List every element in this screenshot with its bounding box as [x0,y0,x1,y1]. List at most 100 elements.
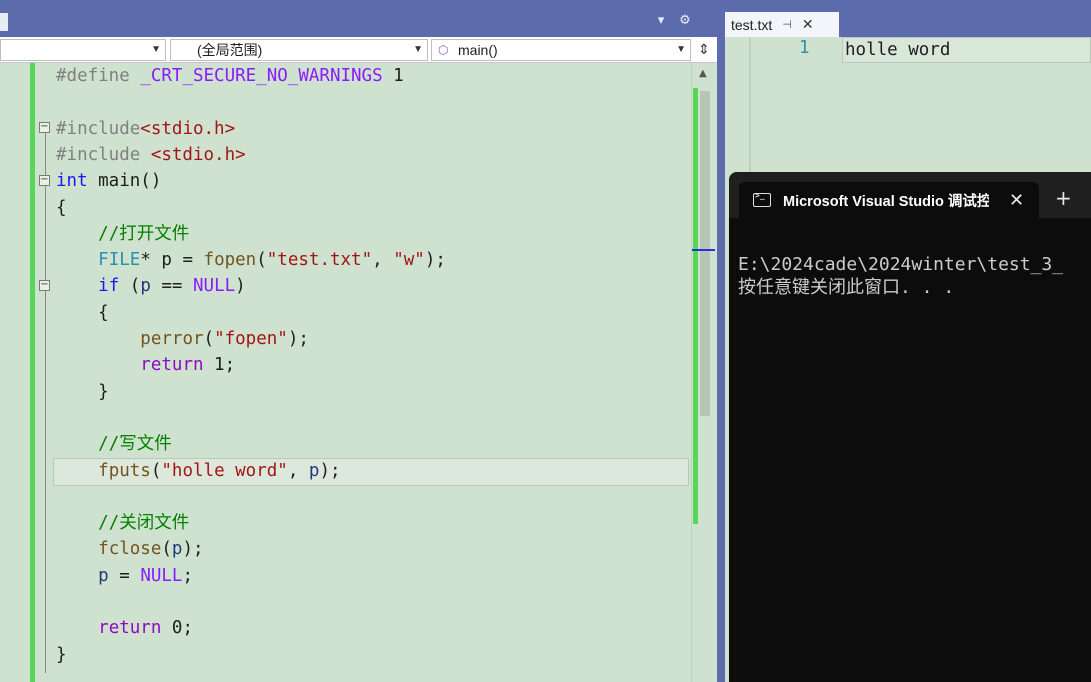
console-output-line: 按任意键关闭此窗口. . . [738,277,955,298]
code-token: ( [203,329,215,349]
code-line[interactable]: //关闭文件 [56,510,189,536]
fold-toggle-icon[interactable]: − [39,122,50,133]
console-titlebar: Microsoft Visual Studio 调试控制台 ✕ + [729,172,1091,218]
chevron-down-icon[interactable]: ▾ [653,13,669,28]
code-token: NULL [140,565,183,586]
function-dropdown[interactable]: ⬡ main() ▼ [431,39,691,61]
code-line[interactable]: } [56,642,67,668]
code-token: ); [424,250,446,271]
code-line[interactable]: { [56,300,109,326]
code-token: ( [256,250,267,271]
pane-splitter[interactable] [717,0,725,682]
caret-position-marker [692,249,715,251]
chevron-down-icon: ▼ [413,44,423,55]
code-token: ( [150,460,162,481]
code-token: #include [56,144,151,165]
code-token: 1 [382,66,404,86]
close-icon[interactable]: ✕ [1009,190,1024,211]
editor-titlebar: ▾ ⚙ [0,0,717,37]
code-line[interactable]: #include <stdio.h> [56,142,246,168]
pin-icon[interactable]: ⊣ [782,18,792,31]
code-line[interactable]: perror("fopen"); [56,326,309,352]
code-token: "holle word" [161,460,288,481]
scope-dropdown-value: (全局范围) [197,42,263,58]
code-token: FILE [98,250,141,271]
project-dropdown[interactable]: ▼ [0,39,166,61]
console-tab[interactable]: Microsoft Visual Studio 调试控制台 ✕ [739,182,1039,218]
fold-toggle-icon[interactable]: − [39,175,50,186]
code-token: "w" [393,250,425,271]
code-token: fopen [203,250,257,271]
close-icon[interactable]: ✕ [802,16,814,33]
code-line[interactable]: return 0; [56,615,193,641]
console-tab-label: Microsoft Visual Studio 调试控制台 [783,193,989,210]
code-token: ); [182,539,204,560]
code-line[interactable]: } [56,379,109,405]
debug-console-window[interactable]: Microsoft Visual Studio 调试控制台 ✕ + E:\202… [729,172,1091,682]
file-content-line[interactable]: holle word [845,37,950,63]
code-token: #include [56,118,141,139]
scope-dropdown[interactable]: (全局范围) ▼ [170,39,428,61]
code-token: //打开文件 [98,223,190,244]
code-line[interactable]: { [56,195,67,221]
code-line[interactable]: #include<stdio.h> [56,116,235,142]
code-token: } [56,381,109,402]
code-token: #define [56,66,141,86]
chevron-down-icon: ▼ [151,44,161,55]
new-tab-icon[interactable]: + [1055,186,1072,210]
code-token: //关闭文件 [98,513,190,534]
code-token: * p = [140,250,204,271]
code-token: = [108,565,141,586]
code-token: 0; [161,618,193,639]
code-token: "test.txt" [266,250,373,271]
code-token: p [308,460,320,481]
editor-tab-stub[interactable] [0,13,8,31]
code-line[interactable]: //打开文件 [56,221,189,247]
code-line[interactable]: FILE* p = fopen("test.txt", "w"); [56,247,446,273]
tab-test-txt[interactable]: test.txt ⊣ ✕ [725,12,839,37]
fold-guide-line [45,133,46,673]
code-token: perror [140,329,204,349]
scrollbar-thumb[interactable] [700,91,710,416]
code-line[interactable]: #define _CRT_SECURE_NO_WARNINGS 1 [56,63,404,89]
code-line[interactable]: fputs("holle word", p); [56,458,341,484]
code-token: fputs [98,460,151,481]
tab-label: test.txt [731,16,773,33]
code-token: , [372,250,394,271]
code-token: { [56,302,109,323]
code-line[interactable]: //写文件 [56,431,172,457]
navigation-bar: ▼ (全局范围) ▼ ⬡ main() ▼ ⇕ [0,37,717,63]
terminal-icon [753,191,771,207]
code-token: int [56,171,88,192]
scroll-up-icon[interactable]: ▲ [699,68,707,79]
code-token: , [287,460,309,481]
gear-icon[interactable]: ⚙ [677,13,693,28]
code-token: p [171,539,183,560]
scroll-change-bar [693,88,698,524]
code-token: return [140,355,204,376]
code-token: ); [287,329,309,349]
fold-toggle-icon[interactable]: − [39,280,50,291]
code-line[interactable]: fclose(p); [56,536,204,562]
code-token: { [56,197,67,218]
code-line[interactable]: return 1; [56,352,235,378]
code-token: //写文件 [98,434,172,455]
code-area[interactable]: − − − #define _CRT_SECURE_NO_WARNINGS 1 #… [0,63,691,682]
code-token: ); [319,460,341,481]
code-token: p [140,276,151,297]
split-icon[interactable]: ⇕ [693,39,715,61]
code-line[interactable]: if (p == NULL) [56,273,246,299]
console-output[interactable]: E:\2024cade\2024winter\test_3_ 按任意键关闭此窗口.… [738,253,1063,299]
code-line[interactable]: int main() [56,168,161,194]
code-token: ) [235,276,246,297]
code-line[interactable]: p = NULL; [56,563,193,589]
code-token: 1; [203,355,236,376]
vertical-scrollbar[interactable]: ▲ [691,63,715,682]
